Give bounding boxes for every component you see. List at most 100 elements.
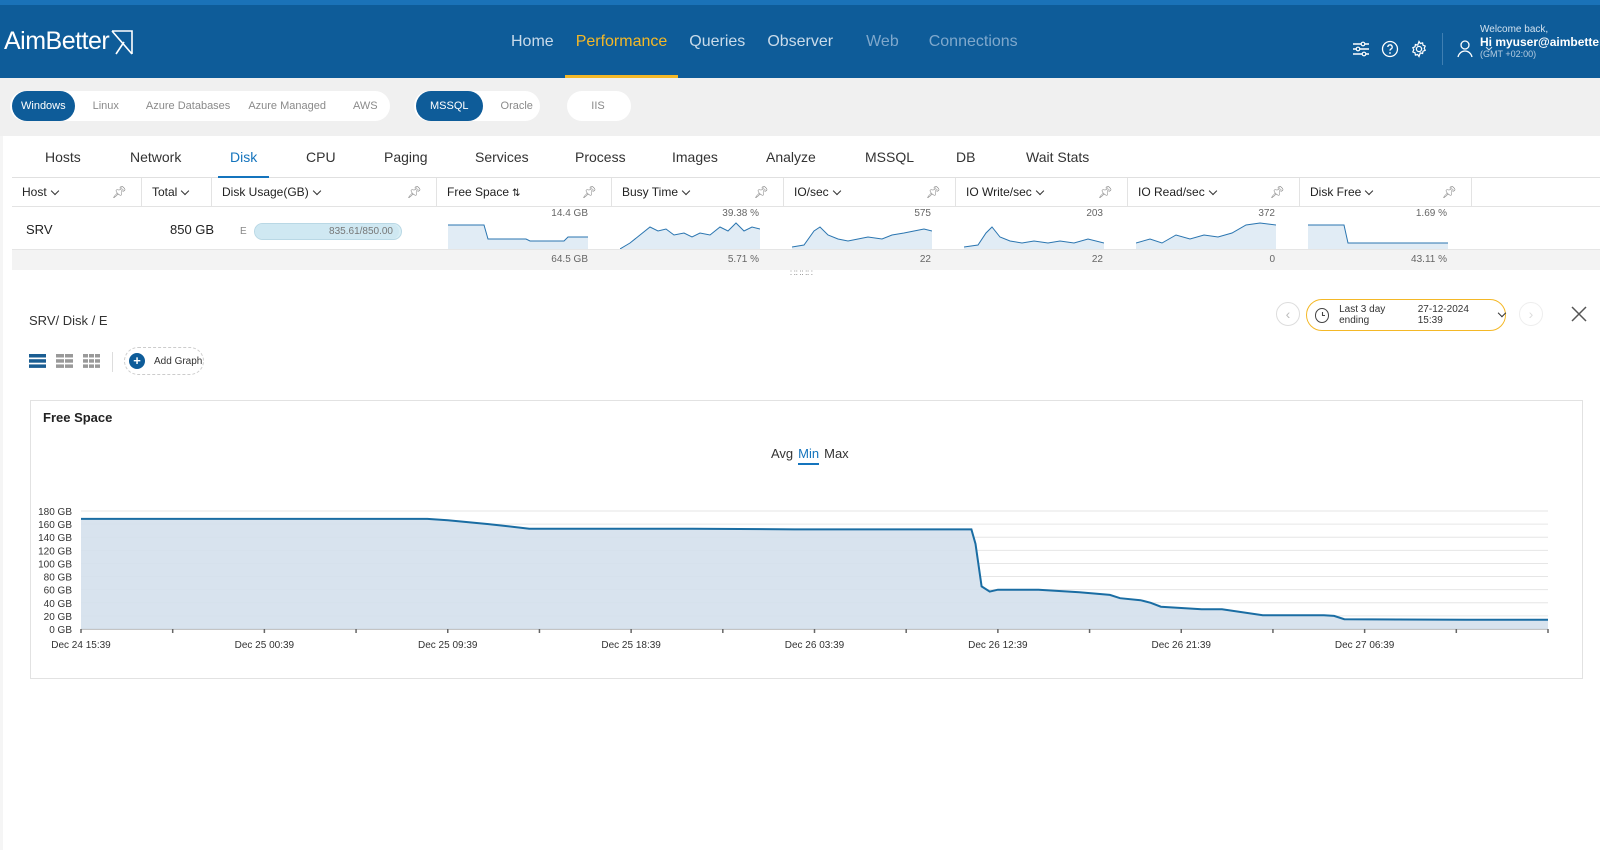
disk-free-max: 1.69 % [1415,208,1447,219]
resize-handle[interactable]: ∷∷∷∷ [790,268,813,279]
main-nav: Home Performance Queries Observer Web Co… [500,5,1029,78]
nav-home[interactable]: Home [500,5,565,78]
x-tick-label: Dec 25 18:39 [601,640,661,651]
close-icon[interactable] [1571,306,1587,322]
nav-web[interactable]: Web [855,5,910,78]
busy-time-sparkline[interactable] [620,221,760,251]
pin-icon[interactable]: 📌︎ [112,178,127,207]
clock-icon [1315,307,1330,323]
tab-paging[interactable]: Paging [384,136,428,178]
help-icon[interactable] [1380,39,1400,59]
os-filter-group: Windows Linux Azure Databases Azure Mana… [10,91,390,121]
y-tick-label: 0 GB [49,625,72,636]
sort-icon: ⇅ [512,188,521,199]
drive-letter: E [240,226,247,237]
chevron-down-icon [312,186,321,196]
col-disk-free[interactable]: Disk Free 📌︎ [1300,178,1472,207]
logo[interactable]: AimBetter [4,27,134,56]
tab-db[interactable]: DB [956,136,975,178]
busy-time-max: 39.38 % [722,208,759,219]
disk-free-sparkline[interactable] [1308,221,1448,251]
x-tick-label: Dec 27 06:39 [1335,640,1395,651]
settings-gear-icon[interactable] [1409,39,1429,59]
pill-aws[interactable]: AWS [344,91,387,121]
tab-wait-stats[interactable]: Wait Stats [1026,136,1089,178]
pill-windows[interactable]: Windows [12,91,75,121]
pin-icon[interactable]: 📌︎ [1098,178,1113,207]
add-graph-label: Add Graph [154,355,203,367]
y-tick-label: 180 GB [38,507,72,518]
x-tick-label: Dec 26 21:39 [1152,640,1212,651]
io-sec-sparkline[interactable] [792,221,932,251]
free-space-chart[interactable]: 0 GB 20 GB 40 GB 60 GB 80 GB 100 GB 120 GB 140 … [31,401,1584,680]
io-write-max: 203 [1086,208,1103,219]
tab-process[interactable]: Process [575,136,626,178]
user-welcome[interactable]: Welcome back, Hi myuser@aimbetter.... (G… [1480,24,1600,60]
pill-oracle[interactable]: Oracle [483,91,551,121]
tab-network[interactable]: Network [130,136,181,178]
nav-observer[interactable]: Observer [756,5,855,78]
pin-icon[interactable]: 📌︎ [407,178,422,207]
table-footer [12,249,1600,270]
col-io-read[interactable]: IO Read/sec 📌︎ [1128,178,1300,207]
chevron-down-icon [1498,308,1507,318]
tab-services[interactable]: Services [475,136,529,178]
nav-connections[interactable]: Connections [918,5,1029,78]
x-tick-label: Dec 25 00:39 [235,640,295,651]
time-range-selector[interactable]: Last 3 day ending 27-12-2024 15:39 [1306,299,1507,331]
next-period-button[interactable]: › [1519,302,1543,326]
col-total-label: Total [152,185,178,199]
io-write-min: 22 [1091,254,1103,265]
pin-icon[interactable]: 📌︎ [582,178,597,207]
pin-icon[interactable]: 📌︎ [1270,178,1285,207]
filter-sliders-icon[interactable] [1351,39,1371,59]
tab-disk[interactable]: Disk [217,136,270,178]
layout-list-icon[interactable] [29,354,46,368]
tab-analyze[interactable]: Analyze [766,136,816,178]
chevron-down-icon [681,186,691,196]
nav-performance[interactable]: Performance [564,5,679,78]
io-write-sparkline[interactable] [964,221,1104,251]
disk-usage-bar[interactable]: 835.61/850.00 [254,223,402,240]
pin-icon[interactable]: 📌︎ [1442,178,1457,207]
io-sec-min: 22 [919,254,931,265]
col-total[interactable]: Total [142,178,212,207]
col-host-label: Host [22,185,47,199]
pill-linux[interactable]: Linux [84,91,128,121]
col-disk-usage-label: Disk Usage(GB) [222,185,309,199]
add-graph-button[interactable]: + Add Graph [124,347,204,375]
chevron-down-icon [832,186,841,196]
tab-mssql[interactable]: MSSQL [865,136,914,178]
io-read-sparkline[interactable] [1136,221,1276,251]
col-io-write[interactable]: IO Write/sec 📌︎ [956,178,1128,207]
col-disk-usage[interactable]: Disk Usage(GB) 📌︎ [212,178,437,207]
layout-two-column-icon[interactable] [56,354,73,368]
left-edge-strip [0,136,3,850]
tab-cpu[interactable]: CPU [306,136,336,178]
user-icon[interactable] [1456,39,1476,59]
host-name[interactable]: SRV [26,222,53,237]
col-io-sec[interactable]: IO/sec 📌︎ [784,178,956,207]
disk-free-min: 43.11 % [1411,254,1447,265]
pill-azure-databases[interactable]: Azure Databases [137,91,239,121]
nav-queries[interactable]: Queries [678,5,756,78]
tab-hosts[interactable]: Hosts [45,136,81,178]
col-disk-free-label: Disk Free [1310,185,1362,199]
pill-mssql[interactable]: MSSQL [416,91,483,121]
pin-icon[interactable]: 📌︎ [754,178,769,207]
prev-period-button[interactable]: ‹ [1276,302,1300,326]
x-tick-label: Dec 26 03:39 [785,640,845,651]
breadcrumb: SRV/ Disk / E [29,313,108,328]
free-space-sparkline[interactable] [448,221,588,251]
chevron-down-icon [181,186,190,196]
pill-iis[interactable]: IIS [582,91,613,121]
plus-icon: + [129,353,145,369]
col-free-space[interactable]: Free Space ⇅ 📌︎ [437,178,612,207]
tab-images[interactable]: Images [672,136,718,178]
col-busy-time[interactable]: Busy Time 📌︎ [612,178,784,207]
pin-icon[interactable]: 📌︎ [926,178,941,207]
pill-azure-managed[interactable]: Azure Managed [239,91,335,121]
col-free-space-label: Free Space [447,185,510,199]
col-host[interactable]: Host 📌︎ [12,178,142,207]
layout-three-column-icon[interactable] [83,354,100,368]
